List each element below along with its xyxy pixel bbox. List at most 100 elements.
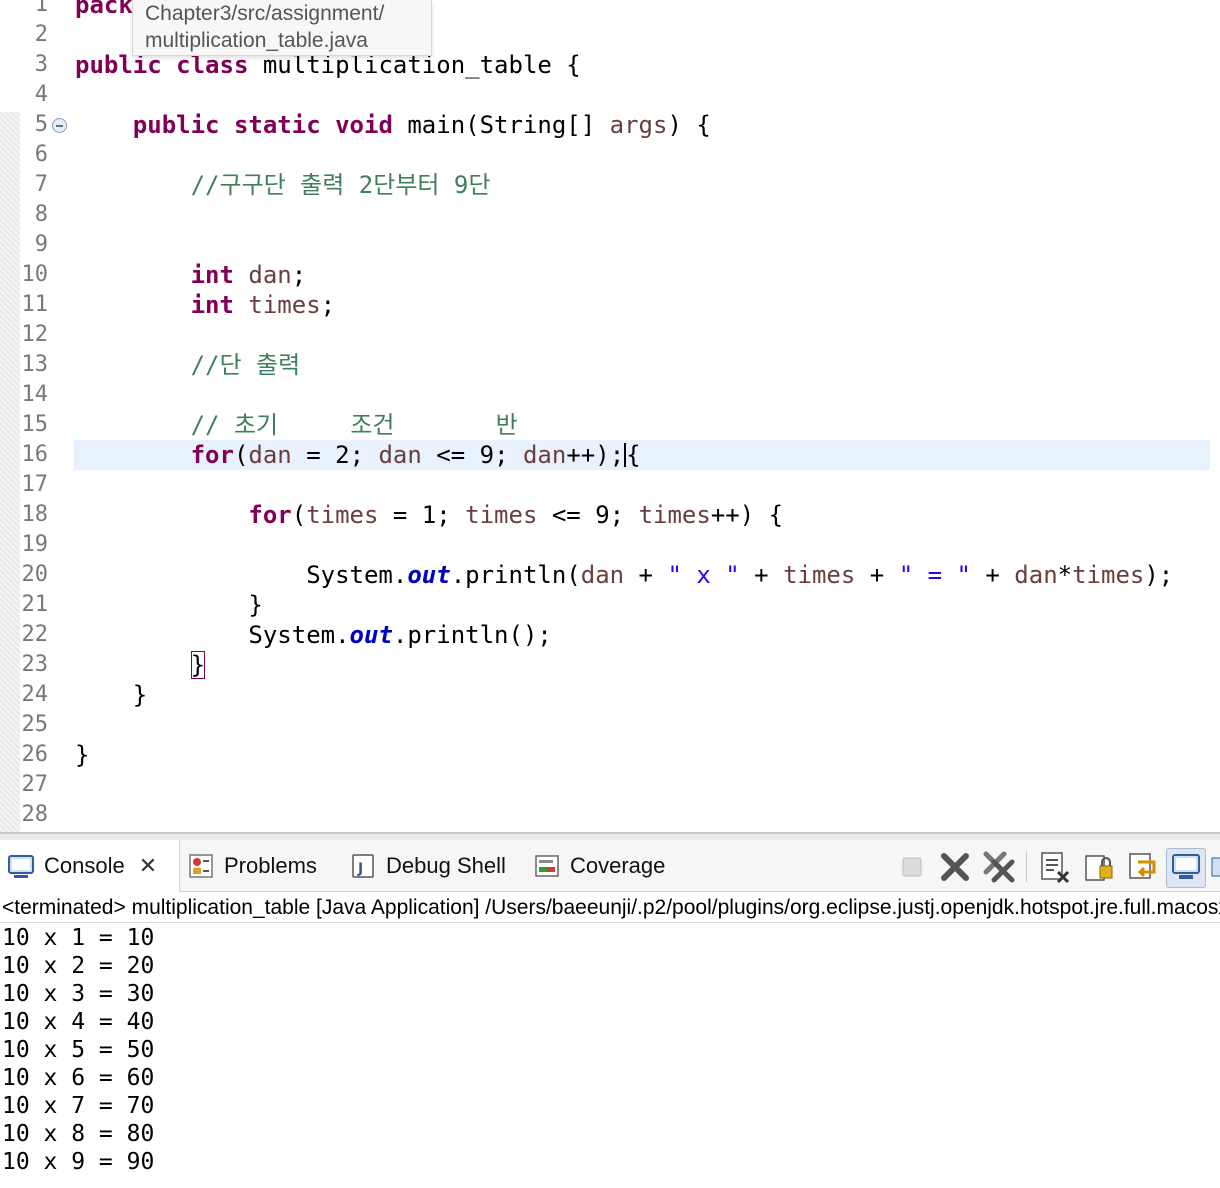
line-number: 14: [21, 382, 49, 407]
code-line[interactable]: 12: [0, 320, 1220, 350]
line-number: 21: [21, 592, 49, 617]
line-number: 19: [21, 532, 49, 557]
line-number: 20: [21, 562, 49, 587]
console-output-line: 10 x 6 = 60: [2, 1065, 155, 1091]
pin-console-button[interactable]: [1166, 848, 1206, 888]
line-number: 7: [34, 172, 48, 197]
line-number: 13: [21, 352, 49, 377]
remove-all-terminated-button[interactable]: [982, 850, 1016, 884]
code-line[interactable]: 4: [0, 80, 1220, 110]
code-text[interactable]: int times;: [75, 290, 336, 320]
line-number: 5: [34, 112, 48, 137]
code-line[interactable]: 5 public static void main(String[] args)…: [0, 110, 1220, 140]
code-text[interactable]: for(times = 1; times <= 9; times++) {: [75, 500, 783, 530]
close-icon[interactable]: ✕: [139, 853, 157, 879]
code-line[interactable]: 28: [0, 800, 1220, 830]
word-wrap-button[interactable]: [1126, 850, 1160, 884]
code-line[interactable]: 6: [0, 140, 1220, 170]
code-text[interactable]: // 초기 조건 반: [75, 410, 518, 440]
line-number: 26: [21, 742, 49, 767]
more-views-button[interactable]: [1210, 850, 1220, 884]
console-output[interactable]: 10 x 1 = 10 10 x 2 = 20 10 x 3 = 30 10 x 4 …: [2, 924, 1202, 1176]
console-view: Console ✕ Problems J Debug Shell Coverag…: [0, 832, 1220, 1188]
code-text[interactable]: //구구단 출력 2단부터 9단: [75, 170, 491, 200]
code-line[interactable]: 13 //단 출력: [0, 350, 1220, 380]
line-number: 15: [21, 412, 49, 437]
tab-coverage[interactable]: Coverage: [534, 840, 665, 892]
line-number: 2: [34, 22, 48, 47]
code-text[interactable]: System.out.println();: [75, 620, 551, 650]
line-number: 28: [21, 802, 49, 827]
line-number: 23: [21, 652, 49, 677]
console-output-line: 10 x 9 = 90: [2, 1149, 155, 1175]
line-number: 25: [21, 712, 49, 737]
code-text[interactable]: }: [75, 740, 89, 770]
code-line[interactable]: 15 // 초기 조건 반: [0, 410, 1220, 440]
code-line[interactable]: 22 System.out.println();: [0, 620, 1220, 650]
code-line[interactable]: 14: [0, 380, 1220, 410]
line-number: 1: [34, 0, 48, 17]
code-text[interactable]: }: [75, 680, 147, 710]
tab-label: Coverage: [570, 853, 666, 878]
line-number: 4: [34, 82, 48, 107]
code-line[interactable]: 26}: [0, 740, 1220, 770]
tab-console[interactable]: Console ✕: [0, 840, 180, 892]
svg-text:J: J: [357, 861, 363, 877]
scroll-lock-button[interactable]: [1082, 850, 1116, 884]
code-line[interactable]: 16 for(dan = 2; dan <= 9; dan++);{: [0, 440, 1220, 470]
code-line[interactable]: 23 }: [0, 650, 1220, 680]
code-line[interactable]: 24 }: [0, 680, 1220, 710]
console-output-line: 10 x 2 = 20: [2, 953, 155, 979]
tab-label: Debug Shell: [386, 853, 506, 878]
line-number: 24: [21, 682, 49, 707]
collapse-fold-icon[interactable]: [52, 118, 67, 133]
console-output-line: 10 x 5 = 50: [2, 1037, 155, 1063]
tab-label: Problems: [224, 853, 317, 878]
code-text[interactable]: int dan;: [75, 260, 307, 290]
tooltip-line-1: Chapter3/src/assignment/: [145, 2, 385, 25]
tab-problems[interactable]: Problems: [188, 840, 317, 892]
coverage-icon: [534, 853, 560, 879]
code-line[interactable]: 11 int times;: [0, 290, 1220, 320]
code-line[interactable]: 20 System.out.println(dan + " x " + time…: [0, 560, 1220, 590]
line-number: 8: [34, 202, 48, 227]
code-text[interactable]: for(dan = 2; dan <= 9; dan++);{: [75, 440, 641, 470]
console-output-line: 10 x 3 = 30: [2, 981, 155, 1007]
console-status-line: <terminated> multiplication_table [Java …: [0, 893, 1220, 923]
code-line[interactable]: 17: [0, 470, 1220, 500]
line-number: 16: [21, 442, 49, 467]
code-line[interactable]: 7 //구구단 출력 2단부터 9단: [0, 170, 1220, 200]
code-line[interactable]: 27: [0, 770, 1220, 800]
view-sash[interactable]: [0, 832, 1220, 840]
line-number: 22: [21, 622, 49, 647]
tooltip-line-2: multiplication_table.java: [145, 29, 368, 52]
code-line[interactable]: 8: [0, 200, 1220, 230]
code-line[interactable]: 19: [0, 530, 1220, 560]
line-number: 3: [34, 52, 48, 77]
code-text[interactable]: }: [75, 650, 206, 680]
console-output-line: 10 x 8 = 80: [2, 1121, 155, 1147]
line-number: 6: [34, 142, 48, 167]
problems-icon: [188, 853, 214, 879]
file-path-tooltip: Chapter3/src/assignment/ multiplication_…: [132, 0, 432, 56]
code-line[interactable]: 9: [0, 230, 1220, 260]
clear-console-button[interactable]: [1038, 850, 1072, 884]
console-output-line: 10 x 1 = 10: [2, 925, 155, 951]
remove-launch-button[interactable]: [938, 850, 972, 884]
code-line[interactable]: 10 int dan;: [0, 260, 1220, 290]
code-text[interactable]: //단 출력: [75, 350, 301, 380]
code-editor[interactable]: 1package assignment;23public class multi…: [0, 0, 1220, 832]
code-line[interactable]: 25: [0, 710, 1220, 740]
terminate-button[interactable]: [898, 850, 932, 884]
code-text[interactable]: }: [75, 590, 262, 620]
line-number: 9: [34, 232, 48, 257]
tab-debug-shell[interactable]: J Debug Shell: [350, 840, 506, 892]
code-text[interactable]: public static void main(String[] args) {: [75, 110, 711, 140]
line-number: 18: [21, 502, 49, 527]
debug-shell-icon: J: [350, 853, 376, 879]
code-line[interactable]: 21 }: [0, 590, 1220, 620]
toolbar-separator: [1026, 852, 1027, 882]
code-text[interactable]: System.out.println(dan + " x " + times +…: [75, 560, 1173, 590]
code-line[interactable]: 18 for(times = 1; times <= 9; times++) {: [0, 500, 1220, 530]
line-number: 11: [21, 292, 49, 317]
